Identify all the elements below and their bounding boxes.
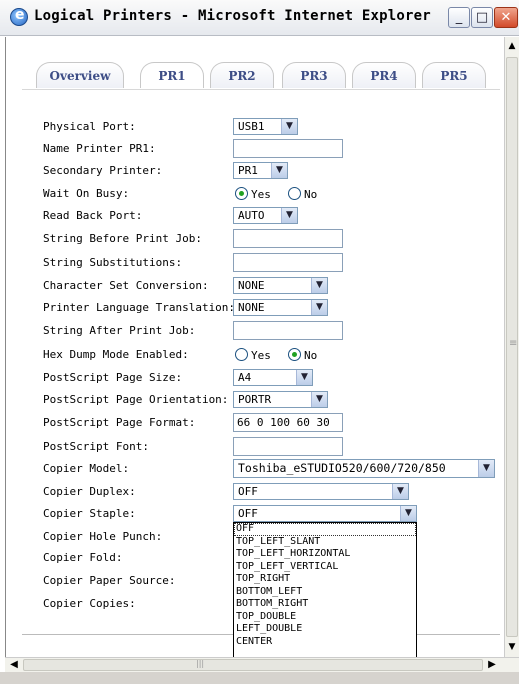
wait-on-busy-no-label: No bbox=[304, 188, 318, 201]
copier-staple-select[interactable]: OFF ▼ bbox=[233, 505, 417, 522]
chevron-down-icon[interactable]: ▼ bbox=[400, 506, 416, 521]
chevron-down-icon[interactable]: ▼ bbox=[392, 484, 408, 499]
name-printer-label: Name Printer PR1: bbox=[43, 142, 156, 155]
ps-format-label: PostScript Page Format: bbox=[43, 416, 196, 429]
language-translation-select[interactable]: NONE ▼ bbox=[233, 299, 328, 316]
physical-port-select[interactable]: USB1 ▼ bbox=[233, 118, 298, 135]
chevron-down-icon[interactable]: ▼ bbox=[271, 163, 287, 178]
copier-model-label: Copier Model: bbox=[43, 462, 130, 475]
chevron-down-icon[interactable]: ▼ bbox=[281, 208, 297, 223]
staple-option-left-double[interactable]: LEFT_DOUBLE bbox=[234, 623, 416, 636]
string-after-label: String After Print Job: bbox=[43, 324, 196, 337]
copier-staple-dropdown-list: OFF TOP_LEFT_SLANT TOP_LEFT_HORIZONTAL T… bbox=[233, 522, 417, 660]
ps-orientation-select[interactable]: PORTR ▼ bbox=[233, 391, 328, 408]
copier-staple-label: Copier Staple: bbox=[43, 507, 136, 520]
read-back-port-select[interactable]: AUTO ▼ bbox=[233, 207, 298, 224]
physical-port-label: Physical Port: bbox=[43, 120, 136, 133]
name-printer-input[interactable] bbox=[233, 139, 343, 158]
ps-font-input[interactable] bbox=[233, 437, 343, 456]
language-translation-label: Printer Language Translation: bbox=[43, 301, 236, 314]
staple-option-top-left-vertical[interactable]: TOP_LEFT_VERTICAL bbox=[234, 561, 416, 574]
title-bar: Logical Printers - Microsoft Internet Ex… bbox=[0, 0, 519, 36]
tab-pr2[interactable]: PR2 bbox=[210, 62, 274, 88]
chevron-down-icon[interactable]: ▼ bbox=[478, 460, 494, 477]
charset-conversion-select[interactable]: NONE ▼ bbox=[233, 277, 328, 294]
scroll-right-icon[interactable]: ▶ bbox=[485, 658, 499, 672]
secondary-printer-select[interactable]: PR1 ▼ bbox=[233, 162, 288, 179]
secondary-printer-label: Secondary Printer: bbox=[43, 164, 163, 177]
string-before-input[interactable] bbox=[233, 229, 343, 248]
tab-pr5[interactable]: PR5 bbox=[422, 62, 486, 88]
minimize-button[interactable]: _ bbox=[448, 7, 470, 28]
copier-duplex-select[interactable]: OFF ▼ bbox=[233, 483, 409, 500]
wait-on-busy-no-radio[interactable] bbox=[288, 187, 301, 200]
string-before-label: String Before Print Job: bbox=[43, 232, 202, 245]
string-substitutions-input[interactable] bbox=[233, 253, 343, 272]
hex-dump-no-label: No bbox=[304, 349, 318, 362]
chevron-down-icon[interactable]: ▼ bbox=[296, 370, 312, 385]
hex-dump-yes-radio[interactable] bbox=[235, 348, 248, 361]
staple-option-bottom-right[interactable]: BOTTOM_RIGHT bbox=[234, 598, 416, 611]
scroll-up-icon[interactable]: ▲ bbox=[505, 39, 519, 54]
tab-pr1[interactable]: PR1 bbox=[140, 62, 204, 88]
copier-duplex-label: Copier Duplex: bbox=[43, 485, 136, 498]
chevron-down-icon[interactable]: ▼ bbox=[311, 392, 327, 407]
chevron-down-icon[interactable]: ▼ bbox=[311, 300, 327, 315]
hex-dump-yes-label: Yes bbox=[251, 349, 271, 362]
scroll-down-icon[interactable]: ▼ bbox=[505, 640, 519, 655]
scroll-left-icon[interactable]: ◀ bbox=[7, 658, 21, 672]
chevron-down-icon[interactable]: ▼ bbox=[311, 278, 327, 293]
read-back-port-label: Read Back Port: bbox=[43, 209, 143, 222]
staple-option-top-right[interactable]: TOP_RIGHT bbox=[234, 573, 416, 586]
window-bottom-edge bbox=[0, 672, 519, 684]
hex-dump-no-radio[interactable] bbox=[288, 348, 301, 361]
staple-option-top-double[interactable]: TOP_DOUBLE bbox=[234, 611, 416, 624]
wait-on-busy-yes-label: Yes bbox=[251, 188, 271, 201]
copier-hole-punch-label: Copier Hole Punch: bbox=[43, 530, 163, 543]
vertical-scrollbar[interactable]: ▲ ▼ bbox=[504, 37, 519, 657]
maximize-button[interactable]: □ bbox=[471, 7, 493, 28]
ps-format-input[interactable]: 66 0 100 60 30 bbox=[233, 413, 343, 432]
vertical-scroll-thumb[interactable] bbox=[506, 57, 518, 637]
string-after-input[interactable] bbox=[233, 321, 343, 340]
close-button[interactable]: ✕ bbox=[494, 7, 518, 28]
copier-model-select[interactable]: Toshiba_eSTUDIO520/600/720/850 ▼ bbox=[233, 459, 495, 478]
copier-paper-source-label: Copier Paper Source: bbox=[43, 574, 176, 587]
staple-option-bottom-left[interactable]: BOTTOM_LEFT bbox=[234, 586, 416, 599]
ps-page-size-select[interactable]: A4 ▼ bbox=[233, 369, 313, 386]
horizontal-scroll-thumb[interactable] bbox=[23, 659, 483, 671]
staple-option-center[interactable]: CENTER bbox=[234, 636, 416, 649]
charset-conversion-label: Character Set Conversion: bbox=[43, 279, 209, 292]
staple-option-top-left-horizontal[interactable]: TOP_LEFT_HORIZONTAL bbox=[234, 548, 416, 561]
ps-font-label: PostScript Font: bbox=[43, 440, 149, 453]
tab-pr3[interactable]: PR3 bbox=[282, 62, 346, 88]
horizontal-scrollbar[interactable]: ◀ ▶ bbox=[5, 657, 519, 672]
wait-on-busy-yes-radio[interactable] bbox=[235, 187, 248, 200]
tab-pr4[interactable]: PR4 bbox=[352, 62, 416, 88]
string-substitutions-label: String Substitutions: bbox=[43, 256, 183, 269]
copier-fold-label: Copier Fold: bbox=[43, 551, 123, 564]
staple-option-off[interactable]: OFF bbox=[234, 523, 416, 536]
internet-explorer-icon bbox=[10, 7, 28, 26]
hex-dump-label: Hex Dump Mode Enabled: bbox=[43, 348, 189, 361]
ps-page-size-label: PostScript Page Size: bbox=[43, 371, 183, 384]
chevron-down-icon[interactable]: ▼ bbox=[281, 119, 297, 134]
ps-orientation-label: PostScript Page Orientation: bbox=[43, 393, 229, 406]
window-title: Logical Printers - Microsoft Internet Ex… bbox=[34, 8, 431, 24]
tab-overview[interactable]: Overview bbox=[36, 62, 124, 88]
wait-on-busy-label: Wait On Busy: bbox=[43, 187, 130, 200]
staple-option-top-left-slant[interactable]: TOP_LEFT_SLANT bbox=[234, 536, 416, 549]
copier-copies-label: Copier Copies: bbox=[43, 597, 136, 610]
